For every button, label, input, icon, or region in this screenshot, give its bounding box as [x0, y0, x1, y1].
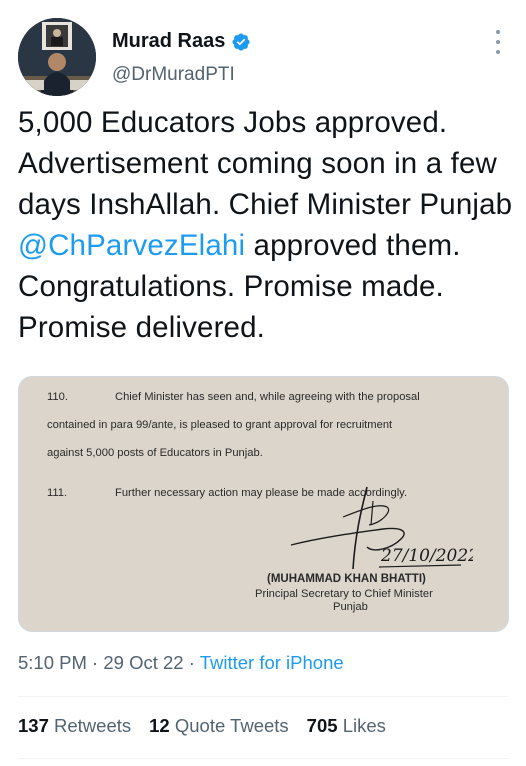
- likes-label: Likes: [342, 715, 386, 736]
- retweets-label: Retweets: [54, 715, 132, 736]
- author-handle[interactable]: @DrMuradPTI: [112, 64, 235, 86]
- tweet-text: 5,000 Educators Jobs approved. Advertise…: [18, 102, 514, 348]
- verified-badge-icon: [232, 32, 250, 51]
- more-options-icon[interactable]: [490, 30, 506, 54]
- signature-date: 27/10/2022: [380, 546, 473, 566]
- meta-separator: ·: [188, 652, 195, 673]
- tweet-meta: 5:10 PM · 29 Oct 22 · Twitter for iPhone: [18, 652, 344, 674]
- signatory-title: Principal Secretary to Chief Minister: [255, 588, 433, 600]
- doc-line: contained in para 99/ante, is pleased to…: [47, 419, 393, 431]
- tweet-source-link[interactable]: Twitter for iPhone: [200, 652, 344, 673]
- signature-mark: 27/10/2022: [290, 486, 473, 570]
- likes-stat[interactable]: 705 Likes: [307, 715, 386, 737]
- tweet-text-part-1: 5,000 Educators Jobs approved. Advertise…: [18, 106, 513, 221]
- divider: [18, 696, 508, 697]
- tweet-time[interactable]: 5:10 PM: [18, 652, 87, 673]
- avatar[interactable]: [18, 18, 96, 96]
- quote-tweets-stat[interactable]: 12 Quote Tweets: [149, 715, 289, 737]
- retweets-count: 137: [18, 715, 49, 736]
- quotes-count: 12: [149, 715, 170, 736]
- doc-line: against 5,000 posts of Educators in Punj…: [47, 447, 263, 459]
- avatar-image: [18, 18, 96, 96]
- divider: [18, 758, 508, 759]
- author-name[interactable]: Murad Raas: [112, 30, 225, 53]
- likes-count: 705: [306, 715, 338, 736]
- signatory-name: (MUHAMMAD KHAN BHATTI): [267, 573, 426, 585]
- retweets-stat[interactable]: 137 Retweets: [18, 715, 131, 737]
- para-number: 111.: [47, 487, 68, 499]
- attached-document-image[interactable]: 110. Chief Minister has seen and, while …: [18, 376, 509, 632]
- tweet-stats: 137 Retweets 12 Quote Tweets 705 Likes: [18, 715, 386, 737]
- para-number: 110.: [47, 391, 68, 403]
- doc-line: Chief Minister has seen and, while agree…: [115, 391, 420, 403]
- tweet-date[interactable]: 29 Oct 22: [103, 652, 183, 673]
- signatory-title: Punjab: [333, 601, 368, 613]
- author-name-row[interactable]: Murad Raas: [112, 30, 251, 53]
- mention-link[interactable]: @ChParvezElahi: [18, 229, 245, 262]
- meta-separator: ·: [92, 652, 99, 673]
- document-content: 110. Chief Minister has seen and, while …: [19, 377, 508, 631]
- quotes-label: Quote Tweets: [174, 715, 289, 736]
